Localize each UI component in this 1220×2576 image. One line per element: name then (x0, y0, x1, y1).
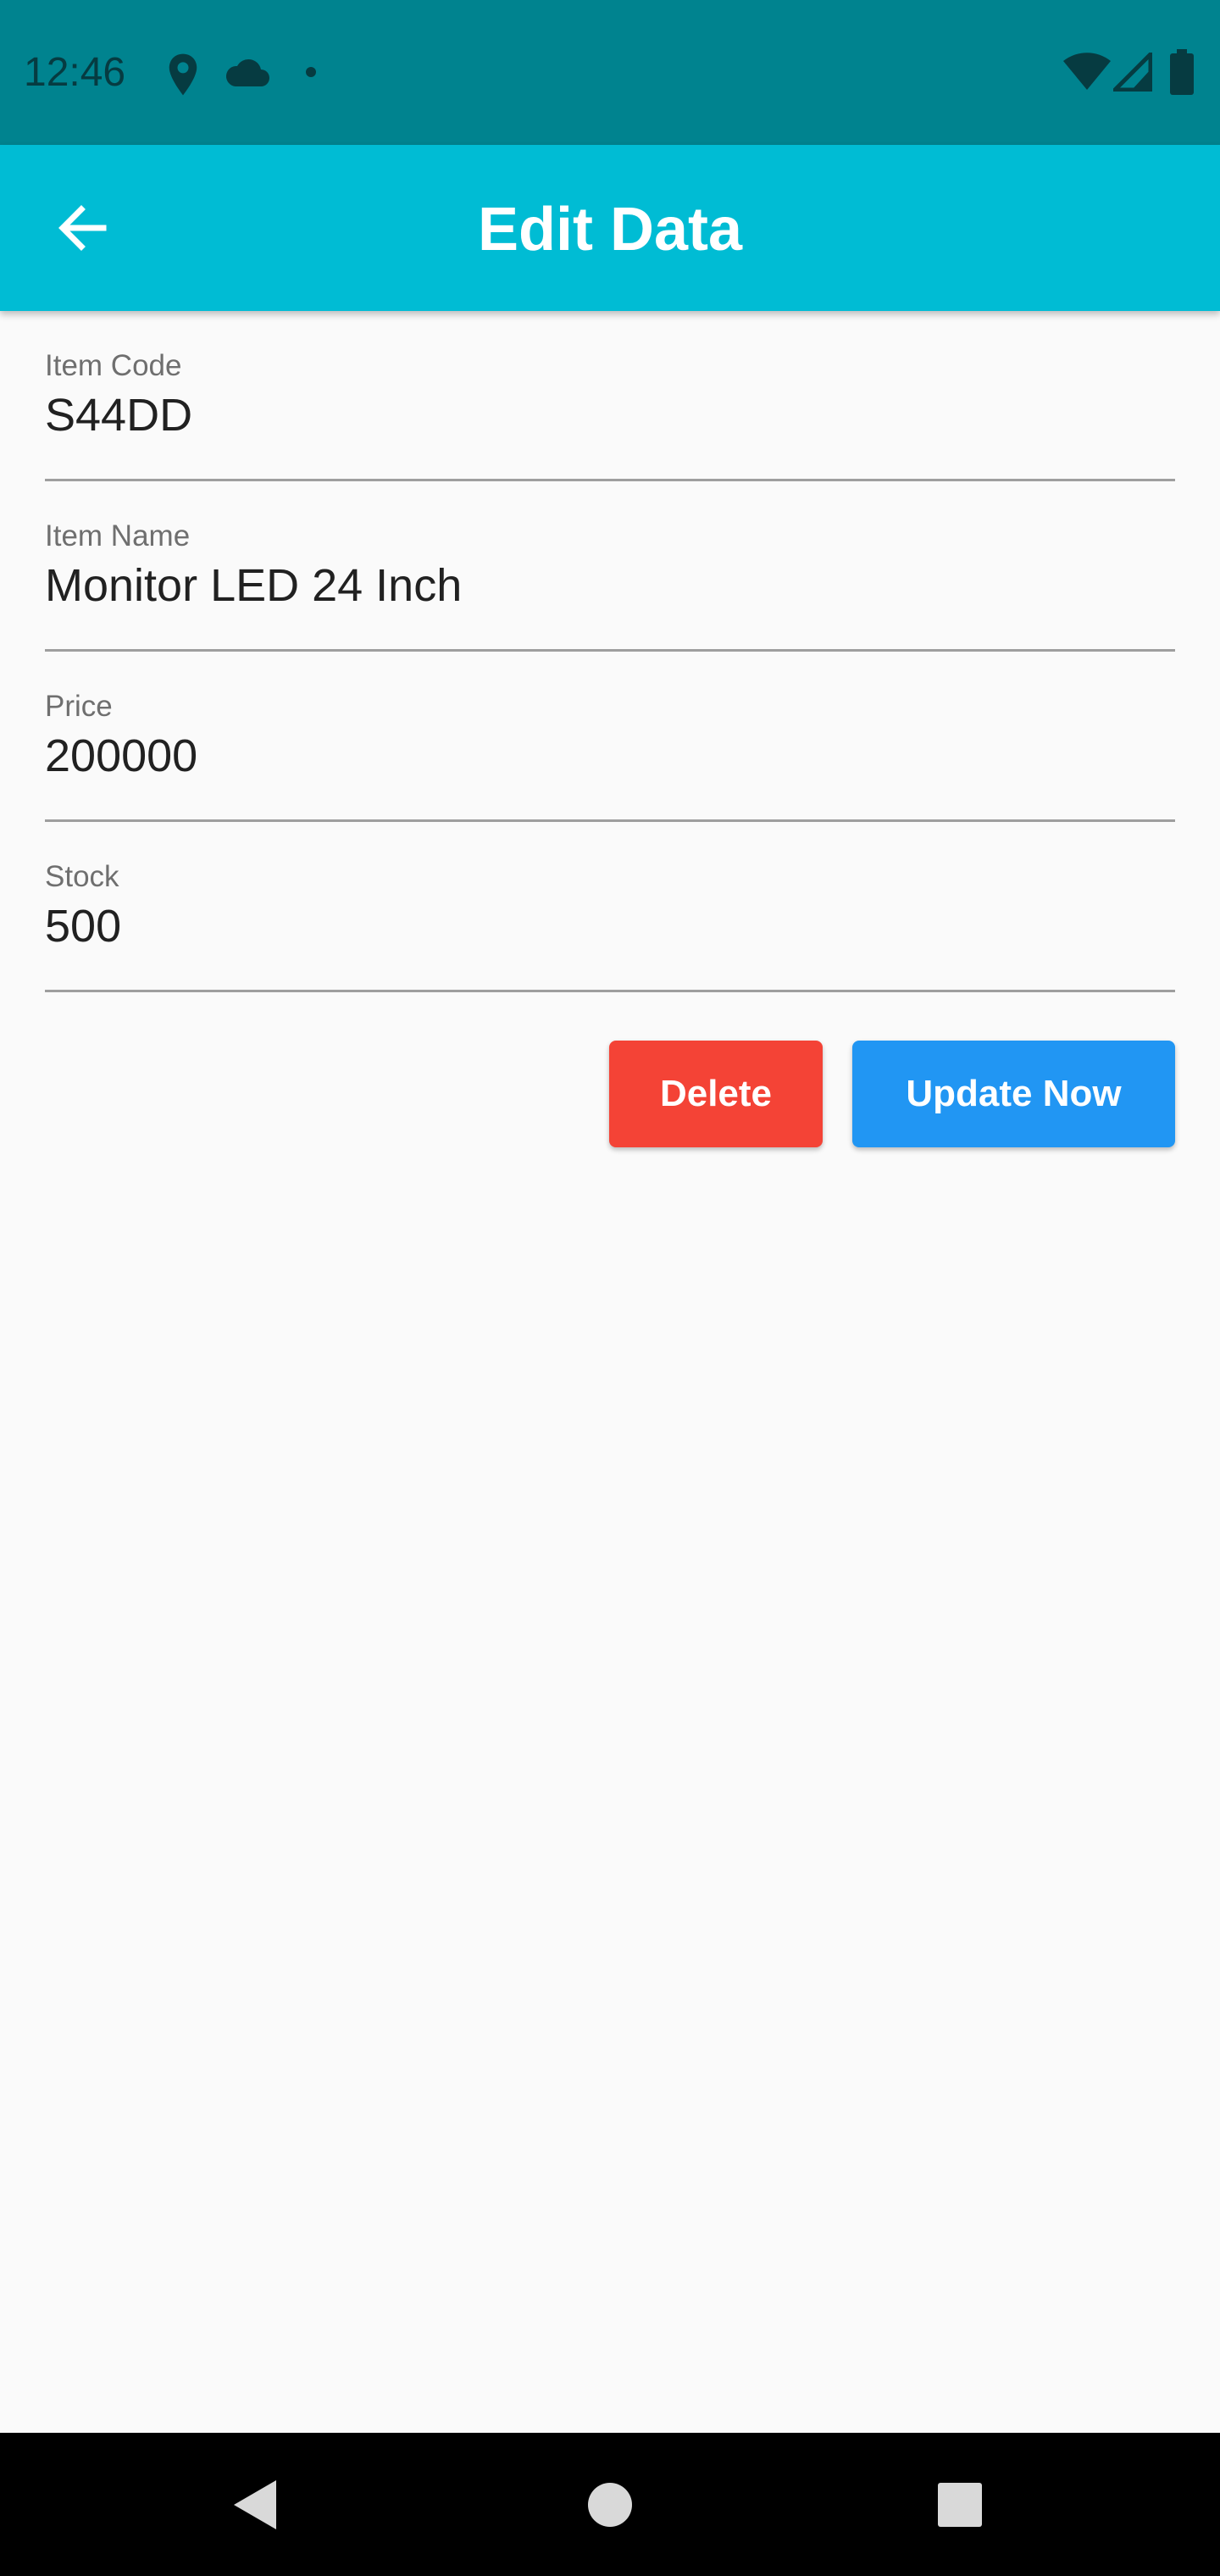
home-circle-icon[interactable] (587, 2482, 633, 2528)
notification-dot-icon (306, 67, 316, 77)
wifi-icon (1063, 53, 1111, 90)
stock-input[interactable] (45, 898, 1175, 954)
price-label: Price (45, 690, 113, 723)
item-name-label: Item Name (45, 519, 191, 552)
stock-label: Stock (45, 860, 119, 893)
stock-field[interactable]: Stock (45, 822, 1175, 992)
item-code-label: Item Code (45, 349, 182, 382)
app-bar: Edit Data (0, 145, 1220, 311)
price-input[interactable] (45, 728, 1175, 784)
back-triangle-icon[interactable] (230, 2479, 278, 2531)
delete-button[interactable]: Delete (609, 1041, 823, 1147)
status-bar: 12:46 (0, 0, 1220, 145)
page-title: Edit Data (477, 196, 743, 264)
item-name-field[interactable]: Item Name (45, 481, 1175, 652)
system-nav-bar (0, 2433, 1220, 2576)
location-icon (169, 53, 197, 96)
update-now-button[interactable]: Update Now (852, 1041, 1175, 1147)
item-code-input[interactable] (45, 387, 1175, 443)
signal-icon (1113, 53, 1152, 92)
edit-form: Item Code Item Name Price Stock (45, 311, 1175, 992)
item-code-field[interactable]: Item Code (45, 311, 1175, 481)
status-time: 12:46 (24, 50, 126, 95)
cloud-icon (225, 58, 269, 86)
recents-square-icon[interactable] (938, 2483, 982, 2527)
battery-icon (1170, 49, 1194, 95)
item-name-input[interactable] (45, 558, 1175, 613)
price-field[interactable]: Price (45, 652, 1175, 822)
